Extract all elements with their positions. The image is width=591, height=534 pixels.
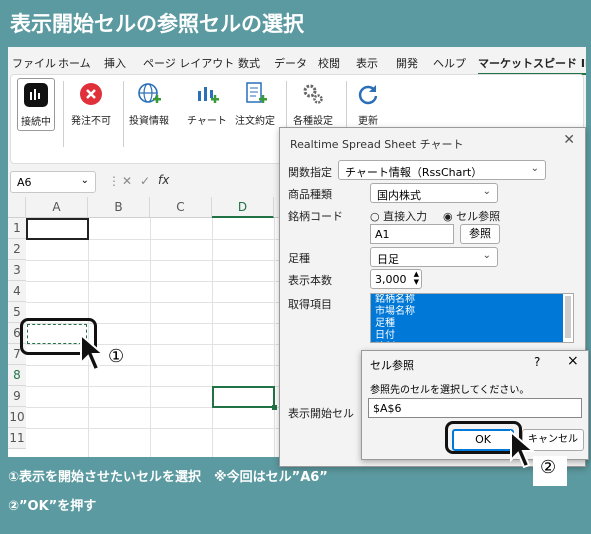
ref-button[interactable]: 参照 [460,224,500,244]
product-select[interactable]: 国内株式 ⌄ [370,183,498,203]
column-header-b[interactable]: B [88,197,150,218]
items-listbox[interactable]: 銘柄名称 市場名称 足種 日付 時刻 [370,293,574,343]
count-label: 表示本数 [288,274,332,287]
function-select[interactable]: チャート情報（RssChart） ⌄ [338,160,546,180]
column-header-d[interactable]: D [212,197,274,218]
chevron-down-icon: ⌄ [482,250,491,261]
no-order-button[interactable]: 発注不可 [71,80,111,127]
cell-ref-prompt: 参照先のセルを選択してください。 [370,385,530,396]
menu-review[interactable]: 校閲 [318,55,340,71]
menu-help[interactable]: ヘルプ [433,55,466,71]
name-box[interactable]: A6 ⌄ [10,171,96,193]
spinner-icon[interactable]: ▲ ▼ [414,270,419,286]
instructions: ①表示を開始させたいセルを選択 ※今回はセル”A6” ②”OK”を押す [8,466,583,524]
row-header[interactable]: 11 [8,428,26,449]
cancel-icon[interactable]: ✕ [122,174,132,188]
ribbon-separator [63,81,64,147]
no-order-icon [77,80,105,108]
gridline [212,218,213,457]
product-label: 商品種類 [288,188,332,201]
gear-icon [299,80,327,108]
ribbon-separator [123,81,124,147]
radio-direct-input[interactable]: ○ 直接入力 [370,208,427,224]
menu-data[interactable]: データ [274,55,307,71]
connected-icon [22,81,50,109]
list-item[interactable]: 銘柄名称 [371,294,563,306]
cell-ref-dialog-title: セル参照 [370,359,414,372]
refresh-icon [354,80,382,108]
code-label: 銘柄コード [288,210,343,223]
list-item[interactable]: 市場名称 [371,306,563,318]
connected-button[interactable]: 接続中 [17,78,55,131]
instruction-step2: ②”OK”を押す [8,499,97,514]
globe-icon [135,80,163,108]
document-icon [241,80,269,108]
row-header[interactable]: 4 [8,281,26,302]
column-header-c[interactable]: C [150,197,212,218]
chart-icon [193,80,221,108]
fill-handle[interactable] [272,405,277,410]
list-item[interactable]: 日付 [371,330,563,342]
menu-file[interactable]: ファイル [12,55,56,71]
row-header[interactable]: 3 [8,260,26,281]
menu-insert[interactable]: 挿入 [104,55,126,71]
menu-marketspeed[interactable]: マーケットスピード II [478,55,586,75]
count-input[interactable]: 3,000 ▲ ▼ [370,269,422,289]
cell-a1-border[interactable] [26,218,89,240]
function-label: 関数指定 [288,166,332,179]
menu-view[interactable]: 表示 [356,55,378,71]
cursor-arrow-icon [80,333,106,372]
code-input[interactable]: A1 [370,224,454,244]
refresh-button[interactable]: 更新 [354,80,382,127]
radio-cell-ref[interactable]: ◉ セル参照 [443,208,500,224]
list-item[interactable]: 時刻 [371,342,563,343]
help-icon[interactable]: ? [534,355,540,369]
row-header[interactable]: 10 [8,407,26,428]
select-all-corner[interactable] [8,197,26,218]
row-header[interactable]: 8 [8,365,26,386]
chart-dialog-title: Realtime Spread Sheet チャート [290,138,464,151]
close-icon[interactable]: ✕ [563,132,575,148]
menu-home[interactable]: ホーム [58,55,91,71]
row-header[interactable]: 1 [8,218,26,239]
column-header-a[interactable]: A [26,197,88,218]
page-title: 表示開始セルの参照セルの選択 [0,0,591,46]
start-cell-label: 表示開始セル [288,407,354,420]
enter-icon[interactable]: ✓ [140,174,150,188]
cell-ref-input[interactable]: $A$6 [368,398,582,418]
menu-bar: ファイル ホーム 挿入 ページ レイアウト 数式 データ 校閲 表示 開発 ヘル… [8,47,586,75]
gridline [274,218,275,457]
period-select[interactable]: 日足 ⌄ [370,247,498,267]
active-cell-d9[interactable] [212,386,275,408]
more-icon: ⋮ [108,174,120,188]
menu-page-layout[interactable]: ページ レイアウト [143,55,234,71]
settings-button[interactable]: 各種設定 [293,80,333,127]
items-label: 取得項目 [288,298,332,311]
chevron-down-icon: ⌄ [482,186,491,197]
close-icon[interactable]: × [567,353,579,369]
menu-formulas[interactable]: 数式 [238,55,260,71]
step-marker-1: ① [108,346,125,367]
chart-button[interactable]: チャート [187,80,227,127]
chevron-down-icon: ⌄ [80,175,89,186]
gridline [150,218,151,457]
fx-icon[interactable]: fx [158,173,169,187]
investment-info-button[interactable]: 投資情報 [129,80,169,127]
row-header[interactable]: 2 [8,239,26,260]
chevron-down-icon: ⌄ [530,163,539,174]
order-confirm-button[interactable]: 注文約定 [235,80,275,127]
row-header[interactable]: 9 [8,386,26,407]
scrollbar[interactable] [565,296,571,338]
menu-developer[interactable]: 開発 [396,55,418,71]
instruction-step1: ①表示を開始させたいセルを選択 ※今回はセル”A6” [8,470,328,485]
list-item[interactable]: 足種 [371,318,563,330]
period-label: 足種 [288,252,310,265]
formula-buttons: ⋮ ✕ ✓ fx [108,171,178,193]
